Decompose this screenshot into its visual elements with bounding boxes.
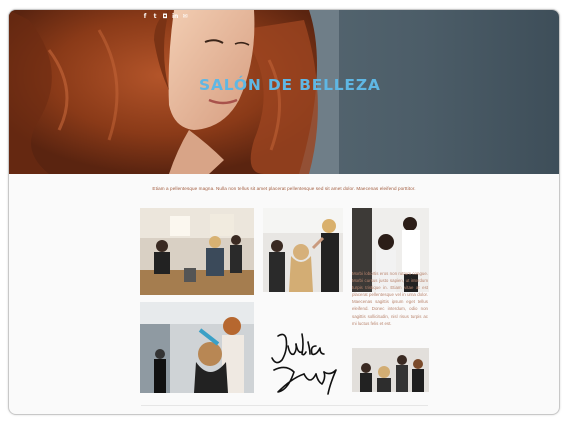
gallery-photo-hair-treatment[interactable]: [140, 302, 254, 393]
signature-logo: [271, 333, 337, 395]
intro-text: Etiam a pellentesque magna. Nulla non te…: [152, 186, 416, 191]
social-links: f t ◘ in ✉: [142, 14, 188, 20]
instagram-icon[interactable]: ◘: [162, 14, 168, 20]
gallery-photo-hairdresser-styling[interactable]: [263, 208, 343, 292]
gallery-description: Morbi lobortis eros non rutrum congue. M…: [352, 271, 428, 326]
hero-banner: f t ◘ in ✉ SALÓN DE BELLEZA: [9, 10, 559, 174]
email-icon[interactable]: ✉: [182, 14, 188, 20]
linkedin-icon[interactable]: in: [172, 14, 178, 20]
divider: [141, 405, 428, 406]
twitter-icon[interactable]: t: [152, 14, 158, 20]
gallery-photo-salon-team[interactable]: [352, 348, 429, 392]
gallery-photo-salon-interior[interactable]: [140, 208, 254, 295]
facebook-icon[interactable]: f: [142, 14, 148, 20]
hero-title: SALÓN DE BELLEZA: [199, 76, 381, 94]
page-frame: f t ◘ in ✉ SALÓN DE BELLEZA Etiam a pell…: [8, 9, 560, 415]
